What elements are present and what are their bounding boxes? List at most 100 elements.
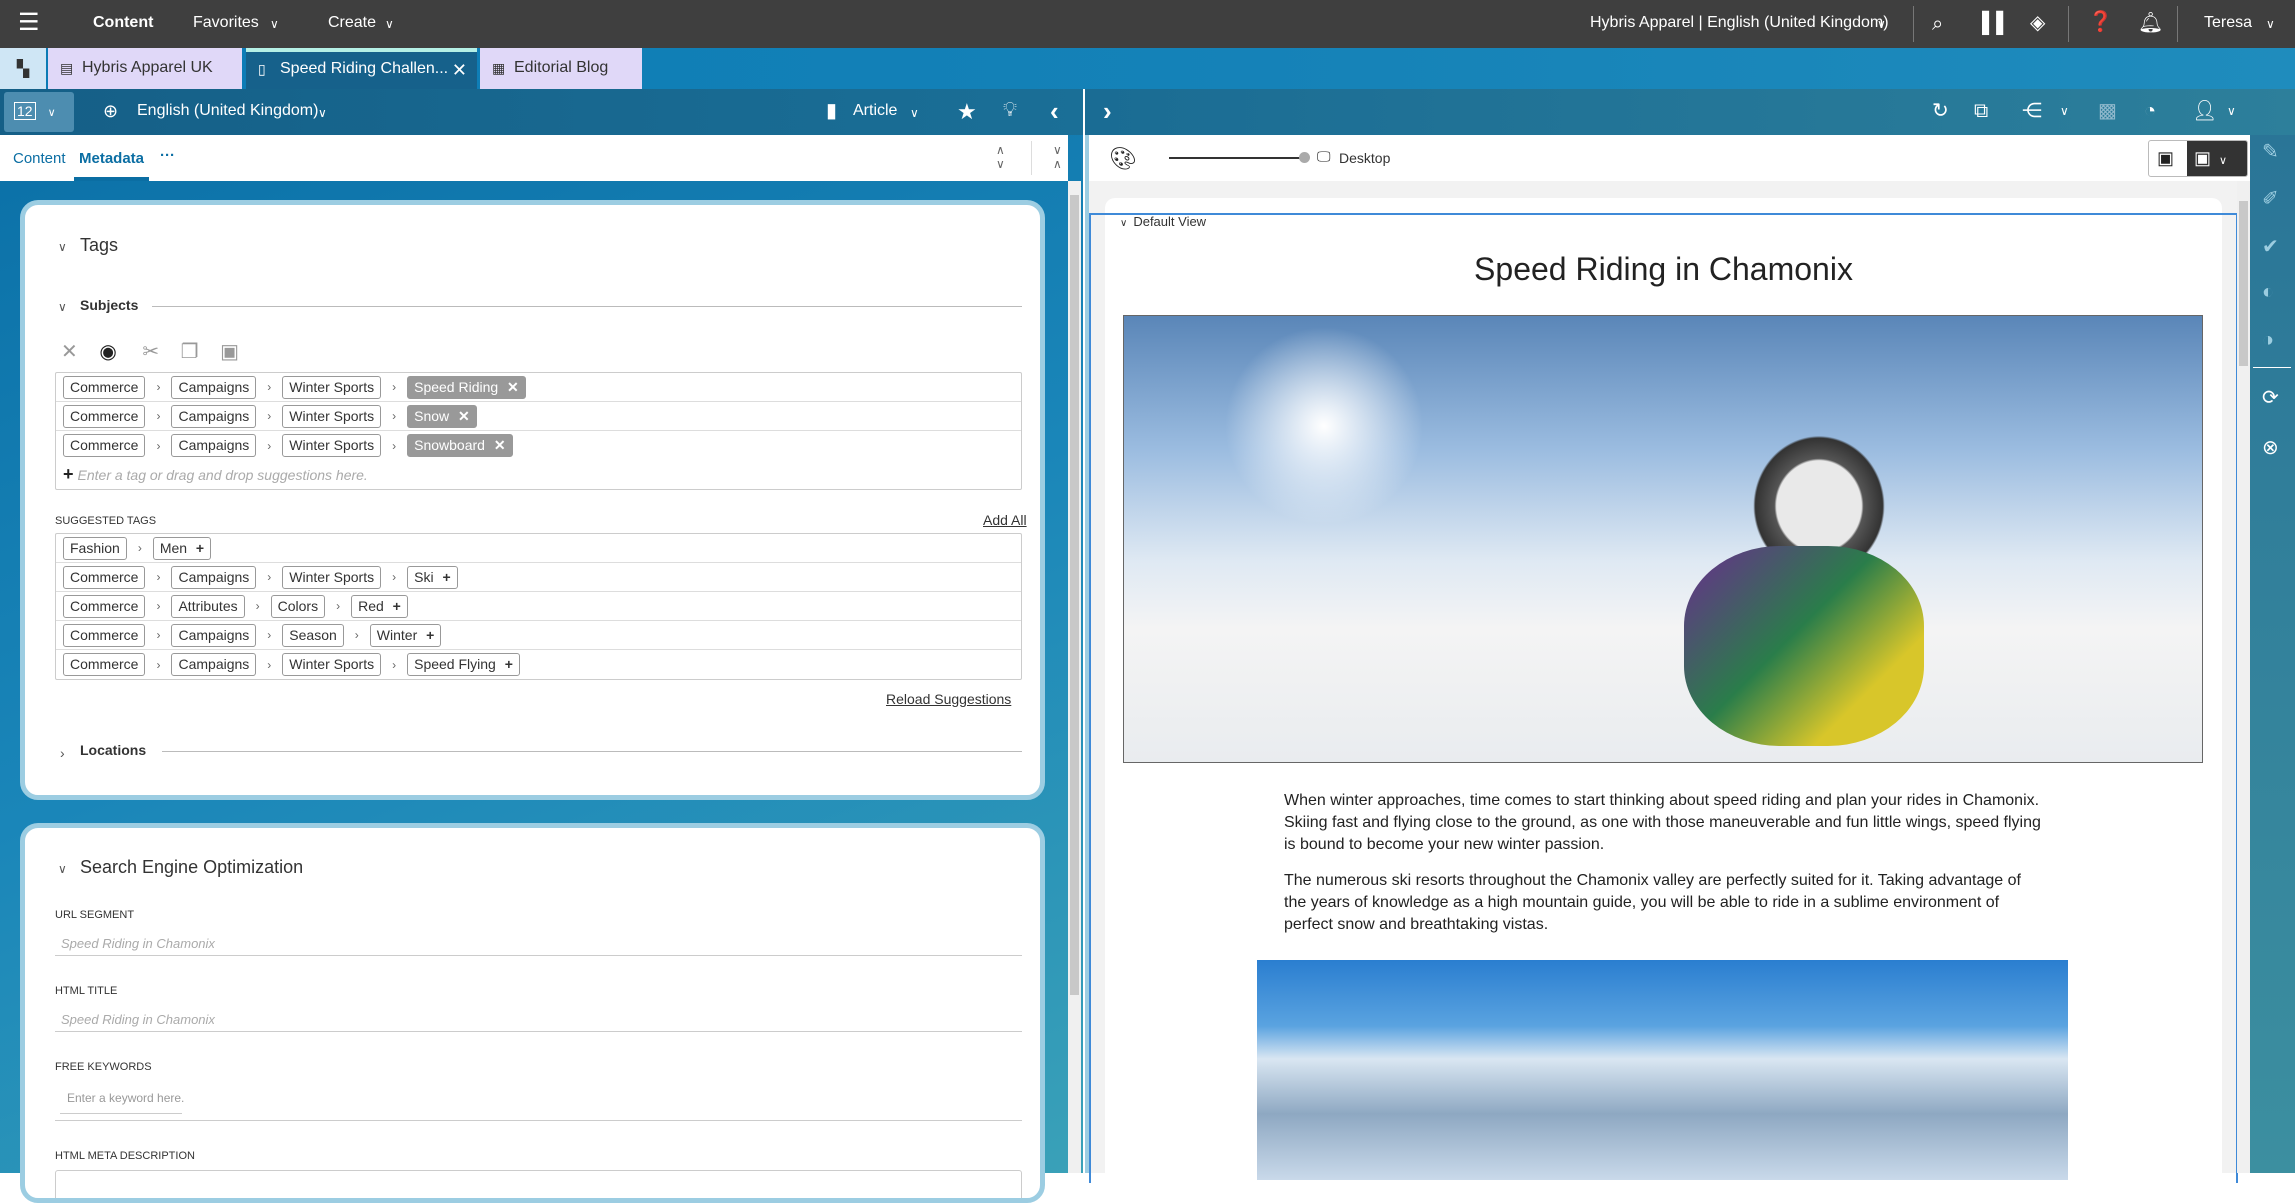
tag-path-chip[interactable]: Campaigns [171, 405, 256, 428]
publish-approve-icon[interactable]: ◑ [2262, 329, 2274, 352]
visibility-icon[interactable]: ◉ [99, 341, 116, 363]
tag-path-chip[interactable]: Commerce [63, 405, 145, 428]
responsive-layout-button[interactable]: ▣∨ [2187, 141, 2248, 177]
free-keywords-input[interactable]: Enter a keyword here. [67, 1091, 184, 1105]
tag-path-chip[interactable]: Winter Sports [282, 434, 381, 457]
edit-redo-icon[interactable]: ✎ [2262, 139, 2279, 164]
user-settings-icon[interactable]: 👤︎ [2192, 101, 2217, 121]
chevron-down-icon[interactable]: ∨ [2227, 105, 2236, 117]
tag-path-chip[interactable]: Fashion [63, 537, 127, 560]
approve-icon[interactable]: ✔ [2262, 234, 2279, 259]
cut-icon[interactable]: ✂ [142, 341, 159, 363]
suggested-tag-chip[interactable]: Men + [153, 537, 211, 560]
selected-tag-chip[interactable]: Snow ✕ [407, 405, 477, 428]
reload-icon[interactable]: ↻ [1932, 101, 1949, 121]
tag-path-chip[interactable]: Campaigns [171, 653, 256, 676]
chevron-down-icon[interactable]: ∨ [58, 862, 67, 876]
user-menu[interactable]: Teresa [2204, 14, 2252, 32]
chevron-down-icon[interactable]: ∨ [2060, 105, 2069, 117]
selected-tag-chip[interactable]: Snowboard ✕ [407, 434, 512, 457]
add-icon[interactable]: + [422, 627, 434, 643]
tag-path-chip[interactable]: Winter Sports [282, 566, 381, 589]
open-external-icon[interactable]: ⧉ [1974, 101, 1988, 121]
tag-path-chip[interactable]: Commerce [63, 595, 145, 618]
expand-all-icon[interactable]: ∨∧ [1053, 143, 1062, 171]
target-icon[interactable]: ◈ [2030, 13, 2045, 33]
tag-path-chip[interactable]: Winter Sports [282, 405, 381, 428]
tag-path-chip[interactable]: Winter Sports [282, 376, 381, 399]
tab-speed-riding[interactable]: ▯Speed Riding Challen...✕ [246, 48, 477, 89]
close-icon[interactable]: ✕ [452, 60, 467, 81]
hamburger-icon[interactable]: ☰ [18, 11, 40, 35]
library-icon[interactable]: ▌▌ [1982, 13, 2010, 33]
locale-selector[interactable]: English (United Kingdom) [137, 102, 318, 120]
tag-path-chip[interactable]: Season [282, 624, 343, 647]
star-icon[interactable]: ★ [957, 101, 977, 123]
chevron-right-icon[interactable]: › [60, 745, 65, 761]
tag-input-row[interactable]: + Enter a tag or drag and drop suggestio… [56, 460, 1021, 489]
delete-icon[interactable]: ✕ [61, 341, 78, 363]
paste-icon[interactable]: ▣ [220, 341, 239, 363]
expand-right-icon[interactable]: › [1103, 98, 1112, 124]
tag-input[interactable]: Enter a tag or drag and drop suggestions… [78, 467, 368, 483]
withdraw-icon[interactable]: ⊗ [2262, 435, 2279, 460]
version-compare-button[interactable]: 12∨ [4, 92, 74, 132]
lightbulb-icon[interactable]: 💡︎ [1003, 100, 1017, 120]
left-scrollbar[interactable] [1068, 181, 1081, 1173]
scroll-thumb[interactable] [2239, 201, 2248, 366]
collapse-left-icon[interactable]: ‹ [1050, 98, 1059, 124]
reload-suggestions-link[interactable]: Reload Suggestions [886, 691, 1011, 707]
site-selector[interactable]: Hybris Apparel | English (United Kingdom… [1590, 14, 1889, 32]
chevron-down-icon[interactable]: ∨ [58, 240, 67, 254]
tab-hybris-apparel[interactable]: ▤Hybris Apparel UK [48, 48, 242, 89]
tags-title[interactable]: Tags [80, 235, 118, 256]
analytics-icon[interactable]: ▩ [2098, 101, 2117, 121]
subtab-metadata[interactable]: Metadata [79, 150, 144, 167]
subtab-more[interactable]: ··· [160, 147, 175, 164]
sync-icon[interactable]: ⟳ [2262, 385, 2279, 410]
collapse-all-icon[interactable]: ∧∨ [996, 143, 1005, 171]
html-title-input[interactable]: Speed Riding in Chamonix [61, 1012, 215, 1027]
tag-path-chip[interactable]: Commerce [63, 624, 145, 647]
nav-content[interactable]: Content [93, 14, 153, 32]
add-icon[interactable]: + [192, 540, 204, 556]
remove-icon[interactable]: ✕ [490, 437, 506, 453]
locations-title[interactable]: Locations [80, 742, 146, 758]
slider-handle[interactable] [1299, 152, 1310, 163]
palette-icon[interactable]: 🎨︎ [1109, 146, 1137, 172]
tag-path-chip[interactable]: Campaigns [171, 434, 256, 457]
subtab-content[interactable]: Content [13, 150, 66, 167]
suggested-tag-chip[interactable]: Speed Flying + [407, 653, 520, 676]
clock-icon[interactable]: ◔ [2144, 101, 2156, 121]
bell-icon[interactable]: 🔔︎ [2138, 13, 2163, 33]
add-icon[interactable]: + [439, 569, 451, 585]
tag-path-chip[interactable]: Campaigns [171, 376, 256, 399]
tag-path-chip[interactable]: Commerce [63, 376, 145, 399]
tag-path-chip[interactable]: Winter Sports [282, 653, 381, 676]
scroll-thumb[interactable] [1070, 195, 1079, 995]
edit-cancel-icon[interactable]: ✐ [2262, 186, 2279, 211]
tag-path-chip[interactable]: Commerce [63, 653, 145, 676]
tag-path-chip[interactable]: Colors [271, 595, 325, 618]
remove-icon[interactable]: ✕ [503, 379, 519, 395]
nav-favorites[interactable]: Favorites [193, 14, 259, 32]
suggested-tag-chip[interactable]: Red + [351, 595, 408, 618]
zoom-slider[interactable] [1169, 157, 1303, 159]
dashboard-button[interactable]: ▚ [0, 48, 46, 89]
copy-icon[interactable]: ❐ [181, 341, 199, 363]
suggested-tag-chip[interactable]: Ski + [407, 566, 458, 589]
remove-icon[interactable]: ✕ [454, 408, 470, 424]
suggested-tag-chip[interactable]: Winter + [370, 624, 442, 647]
tag-path-chip[interactable]: Campaigns [171, 566, 256, 589]
add-all-link[interactable]: Add All [983, 512, 1027, 528]
add-icon[interactable]: + [389, 598, 401, 614]
subjects-title[interactable]: Subjects [80, 297, 138, 313]
nav-create[interactable]: Create [328, 14, 376, 32]
tag-path-chip[interactable]: Campaigns [171, 624, 256, 647]
url-segment-input[interactable]: Speed Riding in Chamonix [61, 936, 215, 951]
tag-path-chip[interactable]: Attributes [171, 595, 244, 618]
share-icon[interactable]: ⋲ [2022, 101, 2042, 121]
tag-path-chip[interactable]: Commerce [63, 566, 145, 589]
help-icon[interactable]: ❓ [2088, 12, 2113, 32]
preview-scrollbar[interactable] [2237, 181, 2250, 1173]
